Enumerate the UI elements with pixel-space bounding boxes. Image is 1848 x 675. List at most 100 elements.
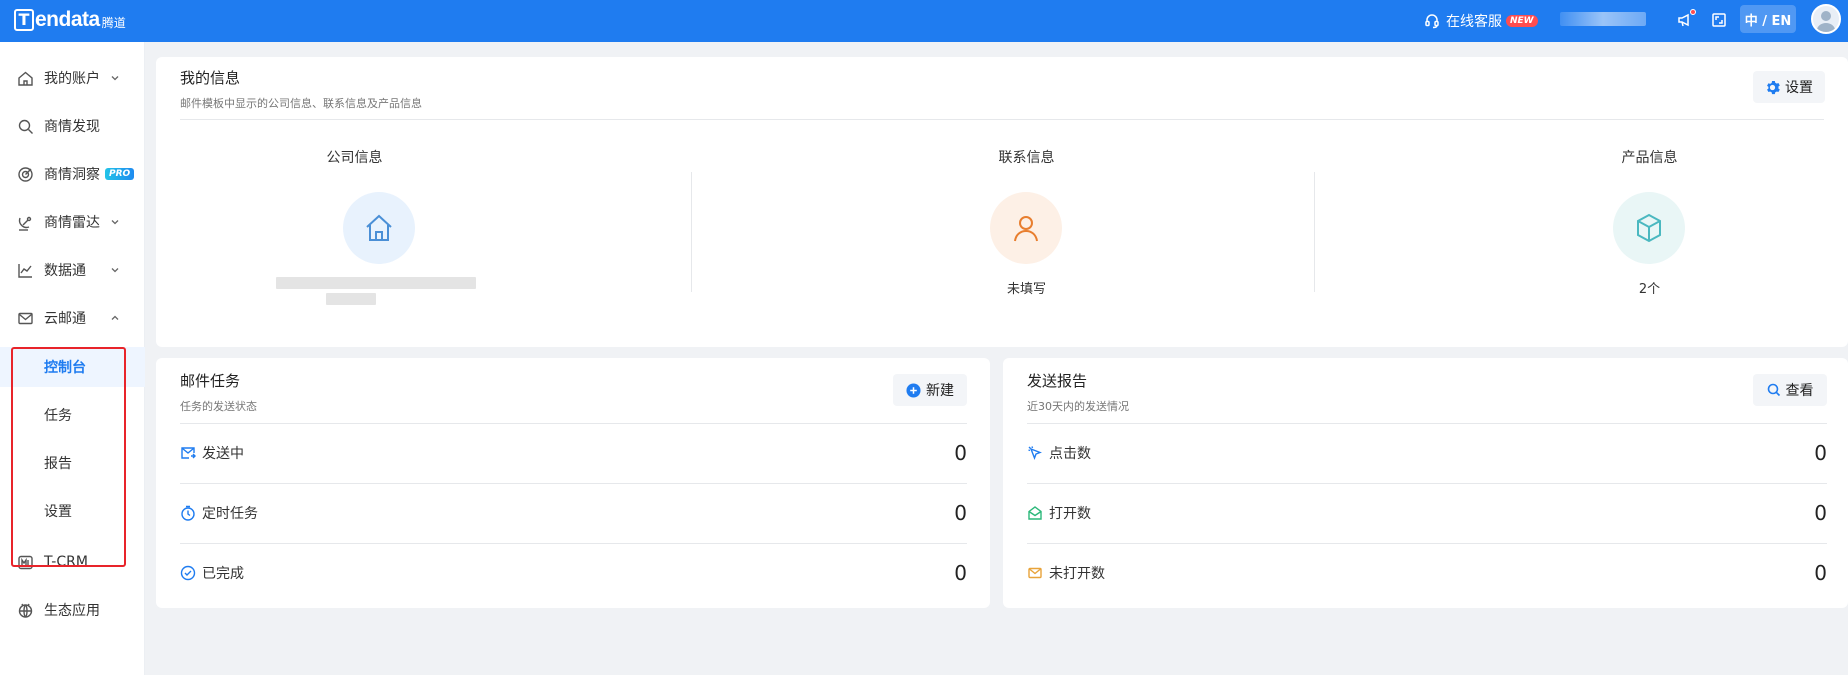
sidebar: 我的账户 商情发现 商情洞察 PRO 商情雷达 数据通 云邮通 控制台 任务 报… [0,42,145,675]
company-info-title: 公司信息 [326,150,383,166]
plus-circle-icon [906,382,921,398]
contact-info-title: 联系信息 [998,150,1055,166]
avatar[interactable] [1811,4,1841,34]
person-icon [1014,216,1038,242]
task-row-scheduled[interactable]: 定时任务 0 [180,483,967,543]
sidebar-item-label: 生态应用 [44,603,100,619]
row-value: 0 [954,561,967,585]
task-row-completed[interactable]: 已完成 0 [180,543,967,603]
view-report-button[interactable]: 查看 [1753,374,1827,406]
company-info-button[interactable] [343,192,415,264]
new-label: 新建 [926,383,954,399]
row-label: 定时任务 [202,506,258,522]
card-divider [180,119,1824,120]
row-label: 点击数 [1049,446,1091,462]
sidebar-subitem-console[interactable]: 控制台 [0,347,145,387]
username-redacted[interactable] [1560,12,1646,26]
card-title: 我的信息 [180,69,241,87]
row-label: 发送中 [202,446,244,462]
language-switch-button[interactable]: 中 / EN [1740,5,1796,33]
product-info-value: 2个 [1638,282,1661,297]
house-icon [366,214,392,241]
row-label: 已完成 [202,566,244,582]
mail-tasks-card: 邮件任务 任务的发送状态 新建 发送中 0 定时任务 0 已完成 0 [156,358,990,608]
settings-label: 设置 [1785,80,1813,96]
product-info-button[interactable] [1613,192,1685,264]
tendata-logo[interactable]: T endata 腾道 [14,6,126,34]
chart-line-icon [16,261,34,279]
card-subtitle: 邮件模板中显示的公司信息、联系信息及产品信息 [180,97,422,110]
radar-icon [16,213,34,231]
globe-icon [16,601,34,619]
search-icon [16,117,34,135]
sidebar-item-ecosystem[interactable]: 生态应用 [0,590,145,630]
row-value: 0 [954,441,967,465]
column-separator [691,172,692,292]
column-separator [1314,172,1315,292]
sidebar-subitem-tasks[interactable]: 任务 [0,395,145,435]
card-title: 邮件任务 [180,372,241,390]
check-circle-icon [180,565,196,581]
mail-sending-icon [181,447,196,459]
sidebar-item-label: 商情洞察 [44,167,100,183]
row-label: 打开数 [1049,506,1091,522]
target-icon [16,165,34,183]
new-task-button[interactable]: 新建 [893,374,967,406]
sidebar-item-radar[interactable]: 商情雷达 [0,202,145,242]
row-value: 0 [1814,441,1827,465]
report-row-unopened[interactable]: 未打开数 0 [1027,543,1827,603]
home-icon [16,69,34,87]
sidebar-subitem-reports[interactable]: 报告 [0,443,145,483]
mail-icon [16,309,34,327]
headset-icon [1425,14,1439,29]
sidebar-item-insight[interactable]: 商情洞察 PRO [0,154,145,194]
sidebar-item-mail[interactable]: 云邮通 [0,298,145,338]
mail-open-icon [1028,506,1042,520]
logo-letter: T [14,9,34,31]
card-title: 发送报告 [1027,372,1088,390]
task-row-sending[interactable]: 发送中 0 [180,423,967,483]
sidebar-item-discovery[interactable]: 商情发现 [0,106,145,146]
chevron-down-icon [110,217,120,227]
card-subtitle: 任务的发送状态 [180,400,257,413]
sidebar-item-label: T-CRM [44,554,88,570]
settings-button[interactable]: 设置 [1753,71,1825,103]
my-info-card: 我的信息 邮件模板中显示的公司信息、联系信息及产品信息 设置 公司信息 联系信息… [156,57,1848,347]
online-support-button[interactable]: 在线客服 NEW [1424,8,1538,34]
send-report-card: 发送报告 近30天内的发送情况 查看 点击数 0 打开数 0 未打开数 0 [1003,358,1848,608]
row-value: 0 [1814,561,1827,585]
gear-icon [1767,80,1780,94]
chevron-down-icon [110,265,120,275]
megaphone-icon[interactable] [1674,9,1696,31]
report-row-clicks[interactable]: 点击数 0 [1027,423,1827,483]
top-navigation-bar: T endata 腾道 在线客服 NEW 中 / EN [0,0,1848,42]
contact-info-value: 未填写 [1006,282,1046,297]
logo-chinese: 腾道 [101,15,126,30]
sidebar-subitem-settings[interactable]: 设置 [0,491,145,531]
box-icon [1637,213,1661,243]
card-subtitle: 近30天内的发送情况 [1027,400,1129,413]
product-info-title: 产品信息 [1621,150,1678,166]
row-value: 0 [954,501,967,525]
support-label: 在线客服 [1446,14,1502,30]
search-icon [1767,383,1780,397]
cursor-click-icon [1028,446,1042,460]
contact-info-button[interactable] [990,192,1062,264]
sidebar-item-label: 商情发现 [44,119,100,135]
sidebar-item-my-account[interactable]: 我的账户 [0,58,145,98]
sidebar-item-label: 云邮通 [44,311,86,327]
sidebar-item-tcrm[interactable]: T-CRM [0,542,145,582]
sidebar-item-label: 我的账户 [44,71,100,87]
crm-icon [16,553,34,571]
report-row-opens[interactable]: 打开数 0 [1027,483,1827,543]
row-value: 0 [1814,501,1827,525]
notification-dot [1690,9,1696,15]
chevron-up-icon [110,313,120,323]
mail-closed-icon [1028,567,1042,579]
sidebar-item-data[interactable]: 数据通 [0,250,145,290]
pro-badge: PRO [105,168,135,180]
view-label: 查看 [1785,383,1814,399]
fullscreen-icon[interactable] [1708,9,1730,31]
row-label: 未打开数 [1049,566,1105,582]
sidebar-item-label: 数据通 [44,263,86,279]
